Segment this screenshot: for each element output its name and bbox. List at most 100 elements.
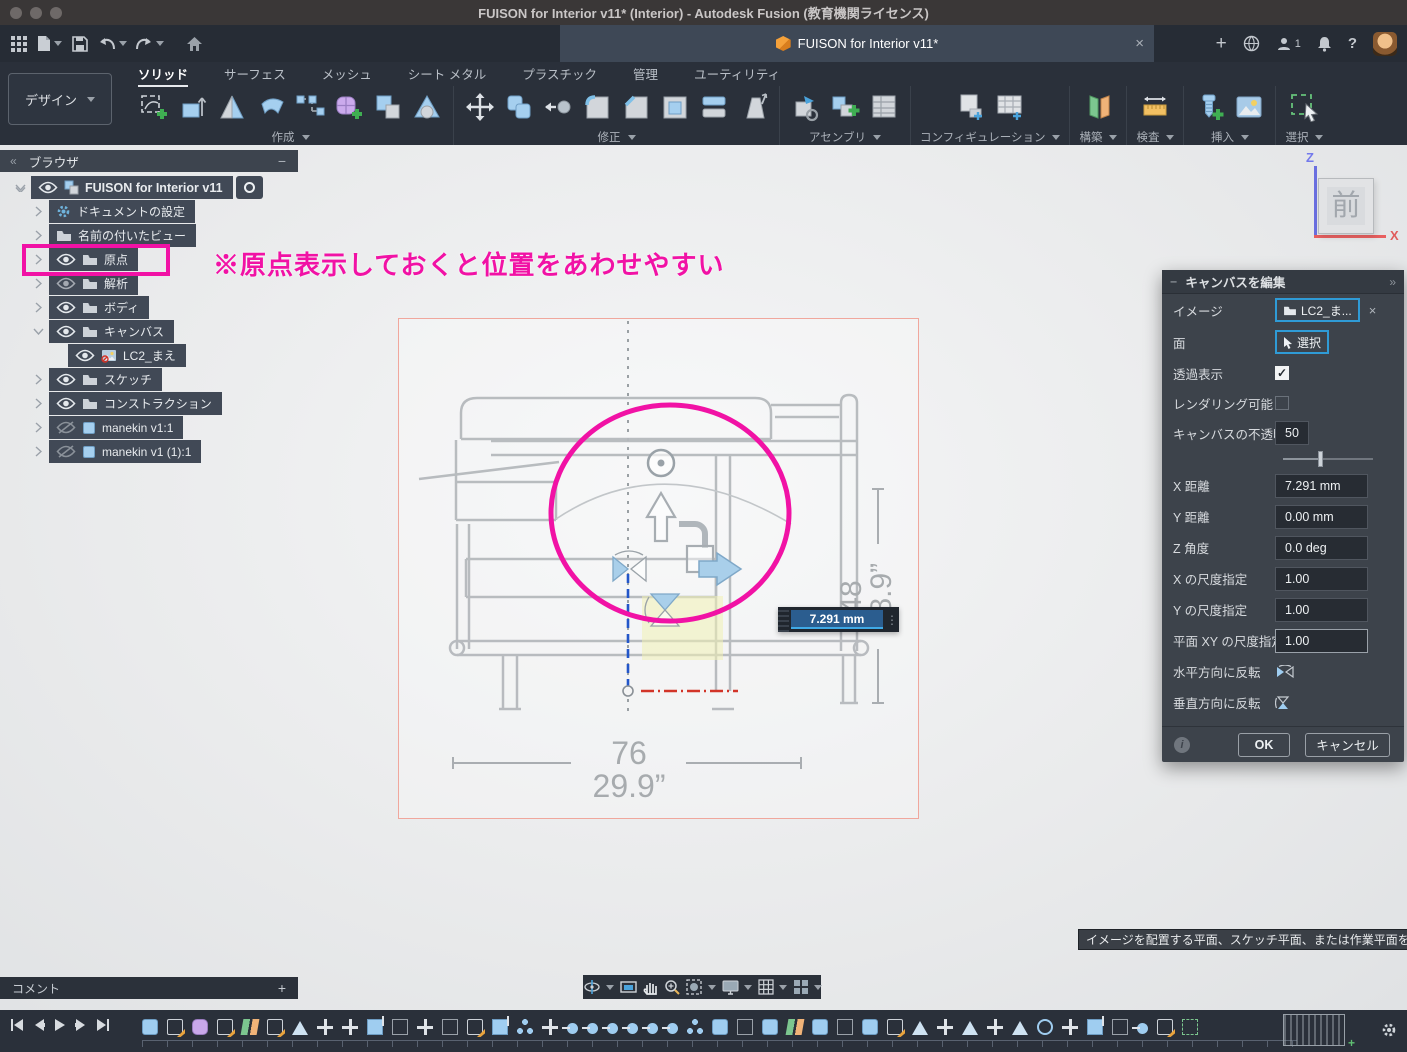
group-insert-label[interactable]: 挿入 xyxy=(1211,129,1249,145)
opacity-input[interactable]: 50 xyxy=(1275,421,1309,445)
group-create-label[interactable]: 作成 xyxy=(272,129,310,145)
window-controls[interactable] xyxy=(10,7,62,19)
timeline-extrude-icon[interactable] xyxy=(367,1019,383,1035)
chevron-right-icon[interactable] xyxy=(32,422,44,433)
timeline-move-icon[interactable] xyxy=(987,1019,1003,1035)
timeline-sketch-icon[interactable] xyxy=(167,1019,183,1035)
timeline-ghost-icon[interactable] xyxy=(1112,1019,1128,1035)
ok-button[interactable]: OK xyxy=(1238,733,1290,757)
eye-hidden-icon[interactable] xyxy=(56,445,76,458)
timeline-body-icon[interactable] xyxy=(762,1019,778,1035)
eye-icon[interactable] xyxy=(75,349,95,362)
group-select-label[interactable]: 選択 xyxy=(1285,129,1323,145)
info-icon[interactable]: i xyxy=(1174,737,1190,753)
notifications-button[interactable] xyxy=(1317,36,1332,52)
chevron-right-icon[interactable] xyxy=(32,374,44,385)
timeline-ghost-icon[interactable] xyxy=(837,1019,853,1035)
move-up-arrow-icon[interactable] xyxy=(647,493,675,541)
close-tab-icon[interactable]: × xyxy=(1135,35,1144,52)
more-options-icon[interactable]: ⋮ xyxy=(885,613,899,627)
timeline-joint-icon[interactable] xyxy=(1137,1023,1148,1034)
tree-item-sketches[interactable]: スケッチ xyxy=(49,368,162,391)
fillet-button[interactable] xyxy=(580,90,614,124)
new-component-button[interactable] xyxy=(828,90,862,124)
timeline-body-icon[interactable] xyxy=(142,1019,158,1035)
timeline-joint-icon[interactable] xyxy=(587,1023,598,1034)
new-tab-button[interactable]: + xyxy=(1216,33,1227,55)
timeline-joint-icon[interactable] xyxy=(647,1023,658,1034)
collaborators-button[interactable]: 1 xyxy=(1276,36,1301,52)
timeline-sketch-icon[interactable] xyxy=(217,1019,233,1035)
tab-solid[interactable]: ソリッド xyxy=(138,64,188,87)
user-avatar[interactable] xyxy=(1373,32,1397,56)
canvas-manipulator[interactable] xyxy=(556,450,791,626)
timeline-move-icon[interactable] xyxy=(1062,1019,1078,1035)
timeline-joint-icon[interactable] xyxy=(627,1023,638,1034)
y-scale-input[interactable]: 1.00 xyxy=(1275,598,1368,622)
tree-item-canvas-lc2[interactable]: LC2_まえ xyxy=(68,344,186,367)
workspace-selector[interactable]: デザイン xyxy=(8,73,112,125)
tab-manage[interactable]: 管理 xyxy=(633,64,658,87)
timeline-ruler[interactable] xyxy=(142,1040,1297,1047)
tree-item-bodies[interactable]: ボディ xyxy=(49,296,149,319)
timeline-body-icon[interactable] xyxy=(812,1019,828,1035)
construct-plane-button[interactable] xyxy=(1081,90,1115,124)
timeline-tri-icon[interactable] xyxy=(292,1021,308,1035)
timeline-planes-icon[interactable] xyxy=(241,1019,260,1035)
file-menu-button[interactable] xyxy=(34,30,65,58)
document-tab[interactable]: FUISON for Interior v11* × xyxy=(560,25,1154,62)
dimension-input[interactable]: 7.291 mm ⋮ xyxy=(778,607,899,632)
eye-icon[interactable] xyxy=(56,277,76,290)
chamfer-button[interactable] xyxy=(619,90,653,124)
group-inspect-label[interactable]: 検査 xyxy=(1136,129,1174,145)
timeline-joint-icon[interactable] xyxy=(567,1023,578,1034)
orbit-button[interactable] xyxy=(583,979,614,995)
insert-canvas-button[interactable] xyxy=(1232,90,1266,124)
chevron-right-icon[interactable] xyxy=(32,206,44,217)
sweep-button[interactable] xyxy=(254,90,288,124)
chevron-right-icon[interactable] xyxy=(32,446,44,457)
combine-button[interactable] xyxy=(502,90,536,124)
timeline-tri-icon[interactable] xyxy=(962,1021,978,1035)
configure-button[interactable] xyxy=(954,90,988,124)
eye-icon[interactable] xyxy=(56,325,76,338)
tab-mesh[interactable]: メッシュ xyxy=(322,64,372,87)
coil-button[interactable] xyxy=(410,90,444,124)
shell-button[interactable] xyxy=(658,90,692,124)
clear-image-icon[interactable]: × xyxy=(1369,303,1377,318)
grid-settings-button[interactable] xyxy=(758,979,787,995)
step-back-button[interactable] xyxy=(33,1018,45,1032)
timeline-sketch-icon[interactable] xyxy=(1157,1019,1173,1035)
group-assemble-label[interactable]: アセンブリ xyxy=(809,129,881,145)
chevron-right-icon[interactable] xyxy=(32,398,44,409)
draft-button[interactable] xyxy=(736,90,770,124)
tree-item-construction[interactable]: コンストラクション xyxy=(49,392,222,415)
eye-icon[interactable] xyxy=(56,301,76,314)
timeline-sketch-icon[interactable] xyxy=(267,1019,283,1035)
timeline-range-handle[interactable] xyxy=(1283,1014,1345,1046)
tree-item-manekin-2[interactable]: manekin v1 (1):1 xyxy=(49,440,201,463)
timeline-planes-icon[interactable] xyxy=(786,1019,805,1035)
y-distance-input[interactable]: 0.00 mm xyxy=(1275,505,1368,529)
tab-plastic[interactable]: プラスチック xyxy=(522,64,597,87)
timeline-add-icon[interactable]: + xyxy=(1348,1036,1355,1050)
timeline-body-icon[interactable] xyxy=(712,1019,728,1035)
timeline-move-icon[interactable] xyxy=(937,1019,953,1035)
timeline-move-icon[interactable] xyxy=(417,1019,433,1035)
timeline-extrude-icon[interactable] xyxy=(492,1019,508,1035)
chevron-right-icon[interactable] xyxy=(32,302,44,313)
app-grid-button[interactable] xyxy=(6,30,32,58)
timeline-form-icon[interactable] xyxy=(192,1019,208,1035)
pipe-button[interactable] xyxy=(293,90,327,124)
slider-handle[interactable] xyxy=(1318,451,1323,467)
home-button[interactable] xyxy=(181,30,207,58)
go-to-end-button[interactable] xyxy=(96,1018,110,1032)
save-button[interactable] xyxy=(67,30,93,58)
configuration-table-button[interactable] xyxy=(993,90,1027,124)
timeline-ghost-icon[interactable] xyxy=(392,1019,408,1035)
timeline-settings-button[interactable] xyxy=(1381,1022,1397,1038)
chevron-right-icon[interactable] xyxy=(32,230,44,241)
timeline-sketch-icon[interactable] xyxy=(467,1019,483,1035)
group-configuration-label[interactable]: コンフィギュレーション xyxy=(920,129,1060,145)
timeline-joint-icon[interactable] xyxy=(667,1023,678,1034)
